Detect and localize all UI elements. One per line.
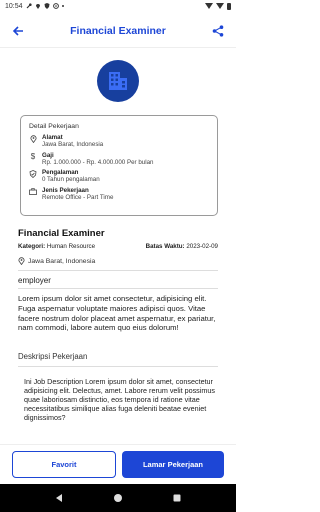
category: Kategori: Human Resource (18, 243, 95, 250)
status-time: 10:54 (5, 2, 23, 10)
share-icon (212, 24, 224, 37)
wifi-icon (205, 3, 213, 9)
logo-wrap (0, 60, 236, 102)
detail-row-address: Alamat Jawa Barat, Indonesia (29, 134, 209, 148)
signal-icon (216, 3, 224, 9)
briefcase-icon (29, 188, 37, 196)
detail-value: Remote Office - Part Time (42, 193, 114, 201)
settings-status-icon (52, 3, 59, 9)
app-bar: Financial Examiner (0, 14, 236, 48)
detail-label: Gaji (42, 151, 54, 159)
nav-home-icon[interactable] (113, 493, 123, 503)
location-text: Jawa Barat, Indonesia (28, 257, 96, 265)
detail-row-salary: $ Gaji Rp. 1.000.000 - Rp. 4.000.000 Per… (29, 152, 209, 166)
nav-recents-icon[interactable] (172, 493, 182, 503)
battery-icon (227, 2, 231, 10)
category-label: Kategori: (18, 243, 46, 250)
apply-button[interactable]: Lamar Pekerjaan (122, 451, 224, 478)
detail-label: Alamat (42, 134, 63, 141)
nav-back-icon[interactable] (54, 493, 64, 503)
company-name: employer (18, 276, 51, 285)
building-icon (109, 72, 127, 90)
wrench-icon (26, 3, 32, 9)
bottom-action-bar: Favorit Lamar Pekerjaan (0, 444, 236, 484)
badge-icon (29, 170, 37, 178)
detail-row-job-type: Jenis Pekerjaan Remote Office - Part Tim… (29, 187, 209, 201)
system-nav-bar (0, 484, 236, 512)
favorite-button[interactable]: Favorit (12, 451, 116, 478)
location-status-icon (35, 4, 40, 9)
card-heading: Detail Pekerjaan (29, 123, 79, 130)
detail-row-experience: Pengalaman 0 Tahun pengalaman (29, 169, 209, 183)
back-button[interactable] (8, 21, 28, 41)
shield-status-icon (44, 3, 50, 9)
dollar-icon: $ (30, 152, 36, 161)
detail-label: Pengalaman (42, 169, 79, 176)
job-summary: Lorem ipsum dolor sit amet consectetur, … (18, 294, 216, 333)
job-description: Ini Job Description Lorem ipsum dolor si… (24, 377, 215, 422)
job-detail-card: Detail Pekerjaan Alamat Jawa Barat, Indo… (20, 115, 218, 216)
share-button[interactable] (208, 21, 228, 41)
status-bar: 10:54 (0, 0, 236, 12)
detail-value: Jawa Barat, Indonesia (42, 141, 104, 148)
company-logo (97, 60, 139, 102)
deadline: Batas Waktu: 2023-02-09 (146, 243, 218, 250)
location-icon (18, 257, 25, 265)
location-icon (29, 135, 37, 143)
job-location: Jawa Barat, Indonesia (18, 257, 95, 265)
page-title: Financial Examiner (70, 24, 166, 37)
divider (18, 288, 218, 289)
deadline-value: 2023-02-09 (186, 243, 218, 250)
description-heading: Deskripsi Pekerjaan (18, 352, 88, 361)
detail-label: Jenis Pekerjaan (42, 186, 89, 194)
dot-icon (61, 5, 64, 7)
divider (18, 366, 218, 367)
divider (18, 270, 218, 271)
deadline-label: Batas Waktu: (145, 243, 185, 250)
detail-value: 0 Tahun pengalaman (42, 176, 100, 183)
arrow-left-icon (12, 25, 23, 36)
job-meta: Kategori: Human Resource Batas Waktu: 20… (18, 243, 218, 250)
job-title: Financial Examiner (18, 228, 105, 239)
category-value: Human Resource (46, 243, 96, 250)
detail-value: Rp. 1.000.000 - Rp. 4.000.000 Per bulan (42, 158, 154, 166)
